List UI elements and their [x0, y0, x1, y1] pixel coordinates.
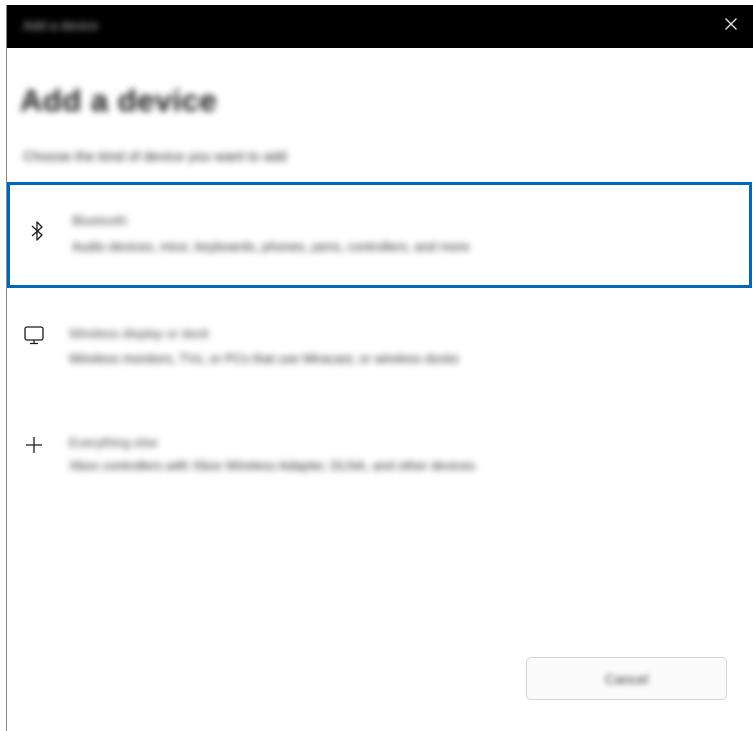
page-subtitle: Choose the kind of device you want to ad… — [23, 148, 287, 164]
wireless-display-description: Wireless monitors, TVs, or PCs that use … — [69, 351, 459, 366]
close-icon — [724, 17, 738, 36]
bluetooth-icon — [24, 218, 50, 244]
window-title: Add a device — [23, 18, 99, 33]
device-option-everything-else[interactable]: Everything else Xbox controllers with Xb… — [7, 410, 752, 510]
device-option-bluetooth[interactable]: Bluetooth Audio devices, mice, keyboards… — [7, 182, 752, 288]
page-title: Add a device — [20, 83, 218, 118]
bluetooth-description: Audio devices, mice, keyboards, phones, … — [72, 239, 470, 254]
monitor-icon — [21, 322, 47, 348]
cancel-button-label: Cancel — [604, 670, 649, 687]
device-option-wireless-display[interactable]: Wireless display or dock Wireless monito… — [7, 300, 752, 400]
everything-else-title: Everything else — [69, 435, 158, 450]
title-bar[interactable]: Add a device — [7, 5, 753, 48]
add-device-dialog: Add a device Add a device Choose the kin… — [6, 5, 753, 731]
wireless-display-title: Wireless display or dock — [69, 326, 210, 341]
close-button[interactable] — [708, 5, 753, 48]
everything-else-description: Xbox controllers with Xbox Wireless Adap… — [69, 458, 476, 473]
bluetooth-title: Bluetooth — [72, 213, 127, 228]
cancel-button[interactable]: Cancel — [526, 657, 727, 700]
plus-icon — [21, 432, 47, 458]
